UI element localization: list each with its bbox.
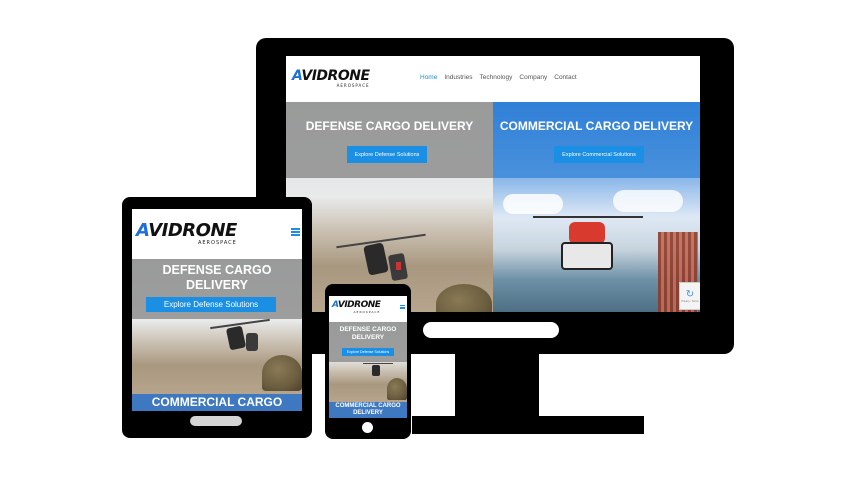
tablet-hero-title: DEFENSE CARGO DELIVERY bbox=[162, 263, 272, 292]
defense-hero-overlay: DEFENSE CARGO DELIVERY Explore Defense S… bbox=[286, 102, 493, 178]
monitor-logo-oval bbox=[423, 322, 559, 338]
recaptcha-badge[interactable]: ↻ Privacy - Terms bbox=[679, 282, 700, 310]
commercial-hero-title: COMMERCIAL CARGO DELIVERY bbox=[499, 119, 694, 133]
phone-logo[interactable]: AVIDRONE AEROSPACE bbox=[332, 301, 381, 314]
nav-industries[interactable]: Industries bbox=[444, 74, 472, 81]
phone-explore-defense-button[interactable]: Explore Defense Solutions bbox=[342, 348, 394, 356]
nav-contact[interactable]: Contact bbox=[554, 74, 576, 81]
phone-commercial-title: COMMERCIAL CARGO DELIVERY bbox=[335, 403, 401, 417]
commercial-hero-overlay: COMMERCIAL CARGO DELIVERY Explore Commer… bbox=[493, 102, 700, 178]
commercial-drone-image bbox=[533, 210, 643, 290]
soldier-helmet-image bbox=[387, 378, 407, 400]
recaptcha-icon: ↻ bbox=[685, 288, 695, 300]
nav-company[interactable]: Company bbox=[519, 74, 547, 81]
phone-drone-image bbox=[363, 360, 393, 380]
nav-home[interactable]: Home bbox=[420, 74, 437, 81]
desktop-nav: Home Industries Technology Company Conta… bbox=[420, 74, 577, 81]
tablet-commercial-title: COMMERCIAL CARGO bbox=[151, 395, 283, 409]
desktop-logo[interactable]: AVIDRONE AEROSPACE bbox=[292, 69, 370, 88]
desktop-header: AVIDRONE AEROSPACE Home Industries Techn… bbox=[286, 56, 700, 102]
phone-menu-icon[interactable] bbox=[400, 305, 405, 309]
phone-hero-overlay: DEFENSE CARGO DELIVERY Explore Defense S… bbox=[329, 322, 407, 362]
monitor-neck bbox=[455, 354, 539, 420]
tablet-home-button[interactable] bbox=[190, 416, 242, 426]
tablet-drone-image bbox=[210, 317, 270, 357]
monitor-base bbox=[412, 416, 644, 434]
tablet-commercial-section: COMMERCIAL CARGO bbox=[132, 394, 302, 411]
defense-drone-image bbox=[336, 232, 426, 292]
defense-hero-title: DEFENSE CARGO DELIVERY bbox=[305, 119, 474, 133]
tablet-explore-defense-button[interactable]: Explore Defense Solutions bbox=[146, 297, 276, 312]
explore-defense-button[interactable]: Explore Defense Solutions bbox=[347, 146, 427, 163]
phone-screen: AVIDRONE AEROSPACE DEFENSE CARGO DELIVER… bbox=[329, 296, 407, 418]
soldier-helmet-image bbox=[262, 355, 302, 391]
phone-home-button[interactable] bbox=[362, 422, 373, 433]
explore-commercial-button[interactable]: Explore Commercial Solutions bbox=[554, 146, 644, 163]
desktop-screen: AVIDRONE AEROSPACE Home Industries Techn… bbox=[286, 56, 700, 312]
phone-commercial-section: COMMERCIAL CARGO DELIVERY bbox=[329, 402, 407, 418]
tablet-logo[interactable]: AVIDRONE AEROSPACE bbox=[136, 222, 237, 246]
phone-hero-title: DEFENSE CARGO DELIVERY bbox=[339, 326, 397, 341]
tablet-menu-icon[interactable] bbox=[291, 228, 300, 236]
tablet-screen: AVIDRONE AEROSPACE DEFENSE CARGO DELIVER… bbox=[132, 209, 302, 411]
tablet-hero-overlay: DEFENSE CARGO DELIVERY Explore Defense S… bbox=[132, 259, 302, 319]
nav-technology[interactable]: Technology bbox=[480, 74, 513, 81]
soldier-helmet-image bbox=[436, 284, 492, 312]
